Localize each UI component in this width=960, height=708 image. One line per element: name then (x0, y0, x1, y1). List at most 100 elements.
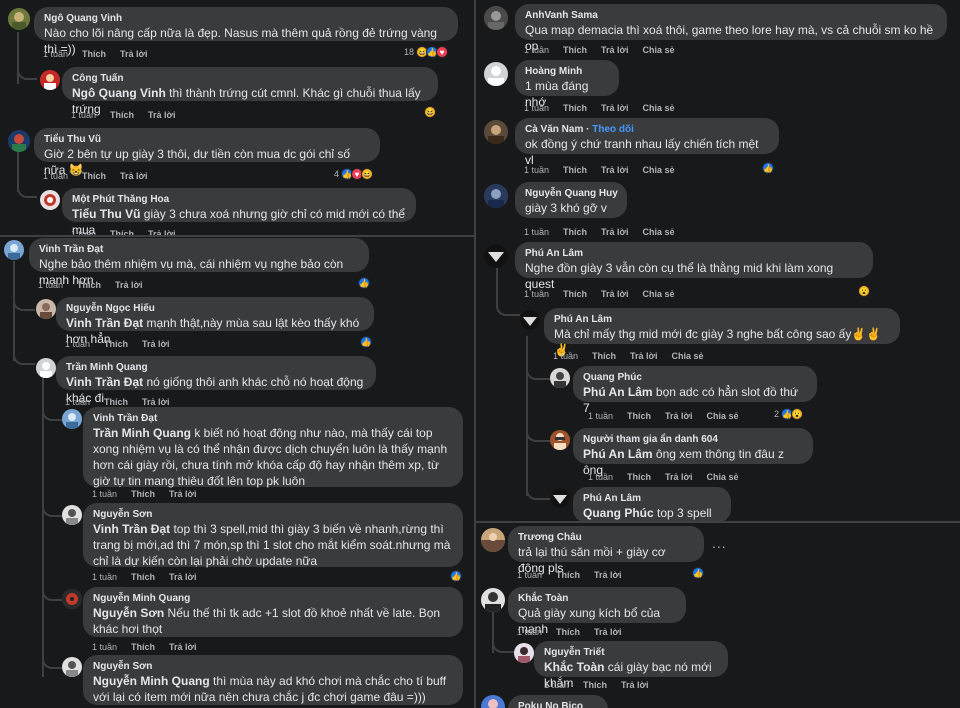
avatar[interactable] (36, 299, 56, 319)
like-button[interactable]: Thích (592, 351, 616, 361)
comment-author[interactable]: Vinh Trần Đạt (39, 243, 359, 256)
avatar[interactable] (8, 130, 30, 152)
comment-time[interactable]: 1 tuần (524, 165, 549, 175)
avatar[interactable] (481, 695, 505, 708)
comment-time[interactable]: 1 tuần (92, 642, 117, 652)
mention-link[interactable]: Nguyễn Minh Quang (93, 674, 210, 688)
avatar[interactable] (40, 70, 60, 90)
mention-link[interactable]: Tiểu Thu Vũ (72, 207, 140, 221)
like-button[interactable]: Thích (82, 49, 106, 59)
mention-link[interactable]: Vinh Trần Đạt (66, 375, 143, 389)
like-button[interactable]: Thích (583, 680, 607, 690)
comment-author[interactable]: Vinh Trần Đạt (93, 412, 453, 425)
reaction-summary[interactable]: 👍 (692, 567, 704, 579)
comment-author[interactable]: Công Tuấn (72, 72, 428, 85)
mention-link[interactable]: Trần Minh Quang (93, 426, 191, 440)
mention-link[interactable]: Khắc Toàn (544, 660, 604, 674)
share-button[interactable]: Chia sẻ (642, 45, 674, 55)
comment-time[interactable]: 1 tuần (65, 397, 90, 407)
follow-button[interactable]: Theo dõi (592, 124, 634, 135)
like-button[interactable]: Thích (563, 45, 587, 55)
mention-link[interactable]: Phú An Lâm (583, 385, 653, 399)
comment-author[interactable]: Trương Châu (518, 531, 694, 544)
comment-time[interactable]: 1 tuần (588, 411, 613, 421)
comment-author[interactable]: Quang Phúc (583, 371, 807, 384)
reply-button[interactable]: Trả lời (594, 570, 621, 580)
reaction-summary[interactable]: 👍 (450, 570, 462, 582)
comment-author[interactable]: Nguyễn Sơn (93, 660, 453, 673)
like-button[interactable]: Thích (563, 165, 587, 175)
reply-button[interactable]: Trả lời (142, 339, 169, 349)
like-button[interactable]: Thích (131, 489, 155, 499)
comment-time[interactable]: 1 tuần (524, 45, 549, 55)
reply-button[interactable]: Trả lời (665, 411, 692, 421)
like-button[interactable]: Thích (82, 171, 106, 181)
avatar[interactable] (481, 528, 505, 552)
like-button[interactable]: Thích (131, 572, 155, 582)
avatar[interactable] (484, 62, 508, 86)
avatar[interactable] (481, 588, 505, 612)
mention-link[interactable]: Ngô Quang Vinh (72, 86, 166, 100)
reaction-summary[interactable]: 2 👍 😮 (774, 408, 804, 420)
reply-button[interactable]: Trả lời (115, 280, 142, 290)
comment-author[interactable]: Phú An Lâm (554, 313, 890, 326)
share-button[interactable]: Chia sẻ (642, 289, 674, 299)
comment-author[interactable]: Ngô Quang Vinh (44, 12, 448, 25)
like-button[interactable]: Thích (563, 103, 587, 113)
avatar[interactable] (514, 643, 534, 663)
share-button[interactable]: Chia sẻ (642, 165, 674, 175)
like-button[interactable]: Thích (110, 110, 134, 120)
comment-author[interactable]: Phú An Lâm (525, 247, 863, 260)
avatar[interactable] (4, 240, 24, 260)
comment-author[interactable]: Poku No Bico (518, 700, 598, 708)
reply-button[interactable]: Trả lời (142, 397, 169, 407)
reply-button[interactable]: Trả lời (621, 680, 648, 690)
comment-author[interactable]: Nguyễn Ngọc Hiếu (66, 302, 364, 315)
share-button[interactable]: Chia sẻ (642, 227, 674, 237)
avatar[interactable] (484, 244, 508, 268)
comment-author[interactable]: Tiểu Thu Vũ (44, 133, 370, 146)
like-button[interactable]: Thích (556, 570, 580, 580)
like-button[interactable]: Thích (131, 642, 155, 652)
comment-time[interactable]: 1 tuần (524, 289, 549, 299)
reply-button[interactable]: Trả lời (601, 165, 628, 175)
like-button[interactable]: Thích (104, 397, 128, 407)
mention-link[interactable]: Nguyễn Sơn (93, 606, 164, 620)
comment-time[interactable]: 1 tuần (92, 572, 117, 582)
comment-author[interactable]: Nguyễn Minh Quang (93, 592, 453, 605)
avatar[interactable] (62, 657, 82, 677)
more-options-button[interactable]: ... (712, 535, 727, 551)
comment-time[interactable]: 1 tuần (544, 680, 569, 690)
reply-button[interactable]: Trả lời (601, 227, 628, 237)
reply-button[interactable]: Trả lời (601, 103, 628, 113)
reaction-summary[interactable]: 😮 (858, 285, 870, 297)
avatar[interactable] (62, 409, 82, 429)
comment-time[interactable]: 1 tuần (517, 627, 542, 637)
comment-author[interactable]: Người tham gia ẩn danh 604 (583, 433, 803, 446)
reply-button[interactable]: Trả lời (120, 171, 147, 181)
reaction-summary[interactable]: 👍 (360, 336, 372, 348)
comment-time[interactable]: 1 tuần (553, 351, 578, 361)
reply-button[interactable]: Trả lời (665, 472, 692, 482)
like-button[interactable]: Thích (627, 411, 651, 421)
reaction-summary[interactable]: 👍 (762, 162, 774, 174)
reply-button[interactable]: Trả lời (601, 289, 628, 299)
mention-link[interactable]: Vinh Trần Đạt (66, 316, 143, 330)
reaction-summary[interactable]: 😆 (424, 106, 436, 118)
mention-link[interactable]: Vinh Trần Đạt (93, 522, 170, 536)
comment-time[interactable]: 1 tuần (38, 280, 63, 290)
share-button[interactable]: Chia sẻ (706, 411, 738, 421)
reply-button[interactable]: Trả lời (630, 351, 657, 361)
comment-author[interactable]: Nguyễn Quang Huy (525, 187, 618, 200)
comment-author[interactable]: Nguyễn Sơn (93, 508, 453, 521)
share-button[interactable]: Chia sẻ (671, 351, 703, 361)
comment-time[interactable]: 1 tuần (43, 171, 68, 181)
share-button[interactable]: Chia sẻ (642, 103, 674, 113)
comment-time[interactable]: 1 tuần (588, 472, 613, 482)
reaction-summary[interactable]: 👍 (358, 277, 370, 289)
avatar[interactable] (62, 589, 82, 609)
avatar[interactable] (550, 488, 570, 508)
comment-author[interactable]: AnhVanh Sama (525, 9, 937, 22)
avatar[interactable] (484, 120, 508, 144)
comment-author[interactable]: Một Phút Thăng Hoa (72, 193, 406, 206)
